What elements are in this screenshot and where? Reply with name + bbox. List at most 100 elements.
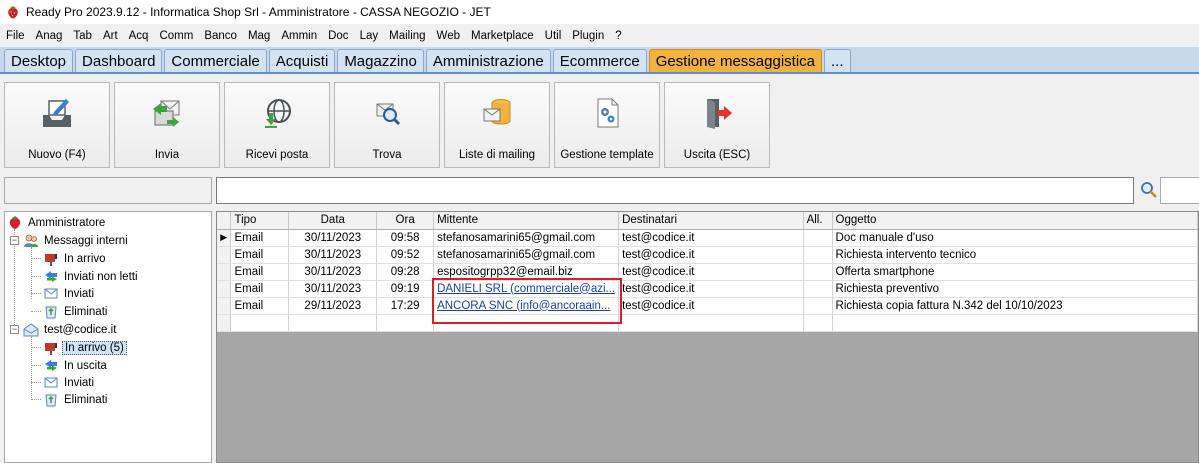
- template-gear-icon: [587, 93, 627, 133]
- tab-dashboard[interactable]: Dashboard: [75, 49, 163, 72]
- cell-data: 30/11/2023: [288, 280, 378, 298]
- menu-tab[interactable]: Tab: [73, 30, 92, 42]
- tree-account-deleted[interactable]: Eliminati: [43, 391, 109, 408]
- tree-root[interactable]: Amministratore: [7, 214, 107, 231]
- cell-ora: 09:28: [376, 263, 435, 281]
- table-row[interactable]: Email 30/11/2023 09:19 DANIELI SRL (comm…: [217, 280, 1199, 298]
- expand-account[interactable]: −: [10, 325, 19, 334]
- row-indicator: [217, 263, 232, 281]
- send-button-label: Invia: [154, 149, 180, 161]
- tree-account-sent[interactable]: Inviati: [43, 374, 96, 391]
- compose-icon: [37, 93, 77, 133]
- tab-ecommerce[interactable]: Ecommerce: [552, 49, 647, 72]
- new-button[interactable]: Nuovo (F4): [4, 82, 110, 168]
- tree-internal-unread-sent[interactable]: Inviati non letti: [43, 268, 140, 285]
- column-allegati[interactable]: All.: [803, 212, 833, 230]
- column-destinatari[interactable]: Destinatari: [618, 212, 804, 230]
- tree-account-outbox-label: In uscita: [64, 359, 107, 372]
- send-button[interactable]: Invia: [114, 82, 220, 168]
- sender-contact-link[interactable]: DANIELI SRL (commerciale@azi...: [433, 280, 620, 298]
- exit-button-label: Uscita (ESC): [683, 149, 751, 161]
- table-row[interactable]: ▶ Email 30/11/2023 09:58 stefanosamarini…: [217, 229, 1199, 247]
- tree-internal-deleted-label: Eliminati: [64, 305, 108, 318]
- receive-mail-button[interactable]: Ricevi posta: [224, 82, 330, 168]
- menu-util[interactable]: Util: [545, 30, 562, 42]
- table-row[interactable]: Email 29/11/2023 17:29 ANCORA SNC (info@…: [217, 297, 1199, 315]
- tab-commerciale[interactable]: Commerciale: [164, 49, 267, 72]
- find-button[interactable]: Trova: [334, 82, 440, 168]
- menu-lay[interactable]: Lay: [360, 30, 379, 42]
- tab-amministrazione[interactable]: Amministrazione: [425, 49, 551, 72]
- filter-box[interactable]: [4, 177, 212, 204]
- empty-cell: [832, 314, 1199, 332]
- tab-acquisti[interactable]: Acquisti: [268, 49, 336, 72]
- column-oggetto[interactable]: Oggetto: [832, 212, 1199, 230]
- menu-acq[interactable]: Acq: [129, 30, 149, 42]
- search-mail-icon: [367, 93, 407, 133]
- mailbox-icon: [45, 254, 57, 266]
- cell-oggetto: Offerta smartphone: [832, 263, 1199, 281]
- cell-allegati: [803, 280, 833, 298]
- strawberry-icon: [9, 216, 21, 229]
- cell-destinatari: test@codice.it: [618, 246, 804, 264]
- cell-data: 29/11/2023: [288, 297, 378, 315]
- cell-mittente: stefanosamarini65@gmail.com: [433, 229, 620, 247]
- find-button-label: Trova: [372, 149, 402, 161]
- templates-button[interactable]: Gestione template: [554, 82, 660, 168]
- tab-desktop[interactable]: Desktop: [4, 49, 74, 72]
- menu-mailing[interactable]: Mailing: [389, 30, 425, 42]
- menu-help[interactable]: ?: [615, 30, 621, 42]
- cell-allegati: [803, 297, 833, 315]
- mailing-lists-button[interactable]: Liste di mailing: [444, 82, 550, 168]
- tab-more[interactable]: ...: [824, 49, 851, 72]
- empty-cell: [230, 314, 290, 332]
- tree-internal-deleted[interactable]: Eliminati: [43, 303, 109, 320]
- tree-account[interactable]: test@codice.it: [23, 321, 118, 338]
- column-tipo[interactable]: Tipo: [230, 212, 290, 230]
- search-extra-field[interactable]: [1160, 177, 1199, 204]
- current-row-indicator: ▶: [217, 229, 232, 247]
- window-title: Ready Pro 2023.9.12 - Informatica Shop S…: [26, 5, 491, 19]
- cell-destinatari: test@codice.it: [618, 263, 804, 281]
- tab-gestione-messaggistica[interactable]: Gestione messaggistica: [648, 49, 823, 72]
- column-ora[interactable]: Ora: [376, 212, 435, 230]
- tree-account-sent-label: Inviati: [64, 376, 95, 389]
- table-row[interactable]: Email 30/11/2023 09:28 espositogrpp32@em…: [217, 263, 1199, 281]
- cell-destinatari: test@codice.it: [618, 297, 804, 315]
- menu-art[interactable]: Art: [103, 30, 118, 42]
- menu-marketplace[interactable]: Marketplace: [471, 30, 534, 42]
- cell-ora: 09:19: [376, 280, 435, 298]
- sender-contact-link[interactable]: ANCORA SNC (info@ancoraain...: [433, 297, 620, 315]
- search-input[interactable]: [216, 177, 1134, 204]
- tree-internal-sent[interactable]: Inviati: [43, 285, 96, 302]
- column-data[interactable]: Data: [288, 212, 378, 230]
- cell-tipo: Email: [230, 297, 290, 315]
- menu-mag[interactable]: Mag: [248, 30, 270, 42]
- exit-button[interactable]: Uscita (ESC): [664, 82, 770, 168]
- tree-internal-unread-sent-label: Inviati non letti: [64, 270, 138, 283]
- toolbar: Nuovo (F4) Invia Ricevi posta Trova List…: [0, 82, 774, 170]
- menu-comm[interactable]: Comm: [159, 30, 193, 42]
- tree-internal-inbox[interactable]: In arrivo: [43, 250, 108, 267]
- row-indicator: [217, 297, 232, 315]
- menu-ammin[interactable]: Ammin: [281, 30, 317, 42]
- menu-banco[interactable]: Banco: [204, 30, 237, 42]
- expand-internal-messages[interactable]: −: [10, 236, 19, 245]
- tree-account-outbox[interactable]: In uscita: [43, 357, 109, 374]
- recycle-bin-icon: [45, 306, 57, 319]
- empty-row[interactable]: [217, 314, 1199, 332]
- tree-account-inbox[interactable]: In arrivo (5): [43, 339, 127, 356]
- menu-doc[interactable]: Doc: [328, 30, 348, 42]
- tab-magazzino[interactable]: Magazzino: [337, 49, 424, 72]
- column-mittente[interactable]: Mittente: [433, 212, 620, 230]
- menu-anag[interactable]: Anag: [36, 30, 63, 42]
- mailbox-icon: [45, 343, 57, 355]
- table-row[interactable]: Email 30/11/2023 09:52 stefanosamarini65…: [217, 246, 1199, 264]
- cell-allegati: [803, 263, 833, 281]
- search-icon[interactable]: [1140, 181, 1158, 199]
- tree-internal-messages[interactable]: Messaggi interni: [23, 232, 130, 249]
- menu-web[interactable]: Web: [437, 30, 460, 42]
- exit-door-icon: [697, 93, 737, 133]
- menu-file[interactable]: File: [6, 30, 25, 42]
- menu-plugin[interactable]: Plugin: [572, 30, 604, 42]
